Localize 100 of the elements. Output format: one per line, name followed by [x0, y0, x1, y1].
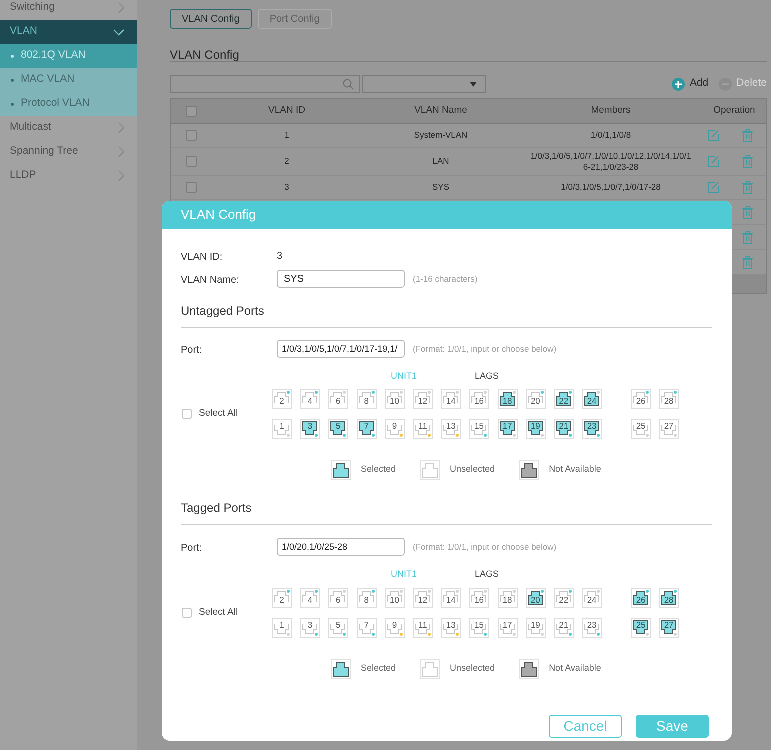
trash-icon[interactable] — [742, 129, 754, 142]
unit-tab[interactable]: LAGS — [475, 568, 500, 580]
edit-icon[interactable] — [707, 129, 720, 142]
port-button[interactable]: 5 — [328, 618, 348, 638]
port-button[interactable]: 18 — [498, 389, 518, 409]
port-legend-icon — [420, 460, 440, 480]
port-button[interactable]: 8 — [356, 389, 377, 409]
port-button[interactable]: 13 — [441, 618, 462, 638]
checkbox[interactable] — [186, 130, 196, 141]
port-input[interactable]: 1/0/20,1/0/25-28 — [277, 538, 405, 556]
port-button[interactable]: 4 — [300, 389, 320, 409]
edit-icon[interactable] — [707, 155, 720, 168]
port-button[interactable]: 12 — [412, 588, 433, 608]
page-heading: VLAN Config — [170, 48, 240, 62]
port-button[interactable]: 20 — [526, 588, 546, 608]
port-input[interactable]: 1/0/3,1/0/5,1/0/7,1/0/17-19,1/ — [277, 340, 405, 358]
port-button[interactable]: 8 — [356, 588, 377, 608]
add-button[interactable]: Add — [672, 76, 709, 92]
port-button[interactable]: 11 — [412, 618, 433, 638]
column-header: Members — [591, 104, 631, 118]
port-button[interactable]: 25 — [631, 618, 652, 638]
port-button[interactable]: 7 — [356, 419, 377, 439]
port-button[interactable]: 24 — [582, 389, 602, 409]
ethernet-port-icon — [660, 619, 678, 637]
unit-tab[interactable]: LAGS — [475, 370, 500, 382]
port-button[interactable]: 28 — [659, 588, 680, 608]
port-button[interactable]: 7 — [356, 618, 377, 638]
checkbox[interactable] — [186, 106, 196, 116]
port-button[interactable]: 12 — [412, 389, 433, 409]
filter-dropdown[interactable] — [362, 75, 486, 93]
port-button[interactable]: 18 — [498, 588, 518, 608]
checkbox[interactable] — [182, 608, 192, 618]
ethernet-port-icon — [498, 420, 516, 438]
ethernet-port-icon — [583, 420, 602, 438]
hint-text: (1-16 characters) — [413, 272, 478, 286]
port-button[interactable]: 3 — [300, 618, 320, 638]
port-button[interactable]: 2 — [272, 588, 292, 608]
port-button[interactable]: 5 — [328, 419, 348, 439]
port-button[interactable]: 23 — [582, 419, 602, 439]
port-button[interactable]: 23 — [582, 618, 602, 638]
trash-icon[interactable] — [742, 155, 754, 168]
port-button[interactable]: 6 — [328, 588, 348, 608]
port-button[interactable]: 1 — [272, 419, 292, 439]
port-button[interactable]: 27 — [659, 618, 680, 638]
port-button[interactable]: 19 — [526, 419, 546, 439]
port-button[interactable]: 9 — [384, 419, 405, 439]
port-button[interactable]: 16 — [469, 389, 490, 409]
port-button[interactable]: 10 — [384, 389, 405, 409]
port-button[interactable]: 14 — [441, 588, 462, 608]
port-button[interactable]: 1 — [272, 618, 292, 638]
port-button[interactable]: 3 — [300, 419, 320, 439]
port-button[interactable]: 28 — [659, 389, 680, 409]
port-button[interactable]: 15 — [469, 618, 490, 638]
port-button[interactable]: 16 — [469, 588, 490, 608]
port-button[interactable]: 21 — [554, 419, 574, 439]
search-icon — [343, 78, 354, 90]
tab[interactable]: VLAN Config — [170, 9, 252, 29]
trash-icon[interactable] — [742, 230, 754, 244]
field-label: Port: — [181, 543, 202, 554]
port-button[interactable]: 14 — [441, 389, 462, 409]
port-button[interactable]: 22 — [554, 389, 574, 409]
port-button[interactable]: 4 — [300, 588, 320, 608]
port-legend-icon — [331, 460, 351, 480]
port-button[interactable]: 17 — [498, 618, 518, 638]
trash-icon[interactable] — [742, 256, 754, 268]
ethernet-port-icon — [554, 420, 573, 438]
table-cell: 2 — [284, 156, 290, 167]
legend-label: Selected — [361, 662, 396, 676]
port-button[interactable]: 19 — [526, 618, 546, 638]
port-button[interactable]: 15 — [469, 419, 490, 439]
port-button[interactable]: 9 — [384, 618, 405, 638]
trash-icon[interactable] — [742, 206, 754, 218]
port-button[interactable]: 24 — [582, 588, 602, 608]
port-button[interactable]: 20 — [526, 389, 546, 409]
minus-circle-icon — [718, 78, 732, 90]
table-cell: 1/0/1,1/0/8 — [590, 130, 632, 141]
port-button[interactable]: 26 — [631, 588, 652, 608]
checkbox[interactable] — [186, 182, 196, 193]
port-button[interactable]: 27 — [659, 419, 680, 439]
text-input[interactable]: SYS — [277, 270, 405, 288]
port-button[interactable]: 26 — [631, 389, 652, 409]
sidebar-item[interactable]: VLAN — [0, 20, 137, 44]
search-field[interactable] — [170, 75, 360, 93]
port-button[interactable]: 10 — [384, 588, 405, 608]
port-button[interactable]: 17 — [498, 419, 518, 439]
port-button[interactable]: 13 — [441, 419, 462, 439]
trash-icon[interactable] — [742, 181, 754, 194]
port-button[interactable]: 2 — [272, 389, 292, 409]
port-button[interactable]: 22 — [554, 588, 574, 608]
legend-label: Not Available — [549, 463, 602, 476]
port-button[interactable]: 11 — [412, 419, 433, 439]
ethernet-port-icon — [554, 390, 573, 408]
port-button[interactable]: 21 — [554, 618, 574, 638]
edit-icon[interactable] — [707, 181, 720, 194]
port-button[interactable]: 25 — [631, 419, 652, 439]
table-cell: 3 — [284, 182, 290, 193]
port-legend-icon — [331, 659, 351, 679]
checkbox[interactable] — [182, 409, 192, 419]
checkbox[interactable] — [186, 156, 196, 167]
port-button[interactable]: 6 — [328, 389, 348, 409]
